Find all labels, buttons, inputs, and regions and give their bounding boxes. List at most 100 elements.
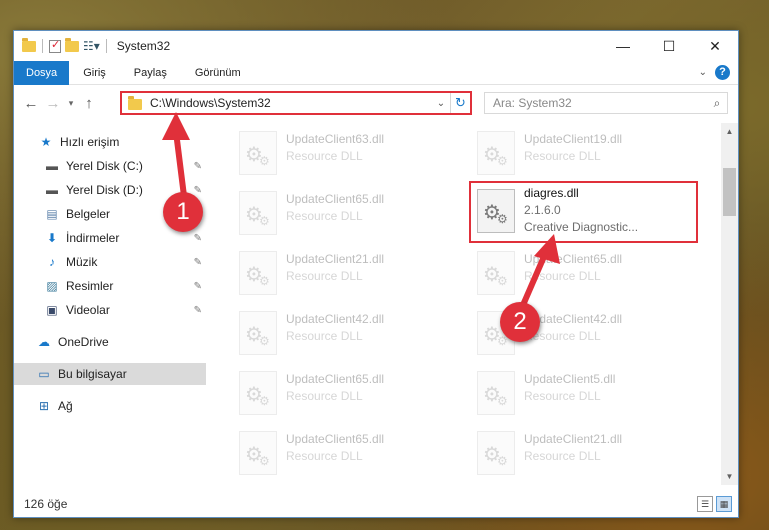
file-type: Resource DLL: [286, 269, 363, 283]
list-item[interactable]: ⚙ ⚙ UpdateClient42.dll Resource DLL: [239, 309, 464, 361]
scroll-down-icon[interactable]: ▼: [721, 468, 738, 485]
callout-badge-2: 2: [500, 302, 540, 342]
sidebar-item-this-pc[interactable]: ▭ Bu bilgisayar: [14, 363, 206, 385]
file-name: diagres.dll: [524, 186, 579, 200]
address-bar[interactable]: C:\Windows\System32 ⌄ ↻: [120, 91, 472, 115]
recent-locations-chevron-icon[interactable]: ▾: [64, 98, 78, 109]
file-name: UpdateClient65.dll: [524, 252, 623, 266]
pin-icon[interactable]: ✎: [194, 161, 202, 172]
tab-share[interactable]: Paylaş: [120, 61, 181, 85]
list-item[interactable]: ⚙ ⚙ UpdateClient65.dll Resource DLL: [239, 189, 464, 241]
list-item[interactable]: ⚙ ⚙ UpdateClient19.dll Resource DLL: [477, 129, 702, 181]
tiles-view-icon[interactable]: ▦: [716, 496, 732, 512]
up-arrow-icon[interactable]: ↑: [78, 95, 100, 112]
file-name: UpdateClient65.dll: [286, 432, 385, 446]
videos-icon: ▣: [46, 303, 58, 317]
list-item[interactable]: ⚙ ⚙ UpdateClient65.dll Resource DLL: [477, 249, 702, 301]
tab-home[interactable]: Giriş: [69, 61, 120, 85]
sidebar-item-label: Ağ: [58, 399, 73, 413]
list-item[interactable]: ⚙ ⚙ UpdateClient63.dll Resource DLL: [239, 129, 464, 181]
window-title: System32: [116, 39, 171, 53]
file-type: Resource DLL: [286, 149, 363, 163]
cloud-icon: ☁: [38, 335, 50, 349]
dll-file-icon: ⚙ ⚙: [239, 431, 277, 475]
file-type: Resource DLL: [524, 449, 601, 463]
close-button[interactable]: ✕: [692, 31, 738, 61]
quick-access-toolbar: ☷▾: [22, 37, 109, 53]
properties-check-icon[interactable]: [49, 38, 61, 53]
pictures-icon: ▨: [46, 279, 58, 293]
minimize-button[interactable]: —: [600, 31, 646, 61]
sidebar-item-label: OneDrive: [58, 335, 109, 349]
scroll-up-icon[interactable]: ▲: [721, 123, 738, 140]
file-type: Resource DLL: [286, 209, 363, 223]
file-name: UpdateClient65.dll: [286, 192, 385, 206]
dll-file-icon: ⚙ ⚙: [477, 371, 515, 415]
pin-icon[interactable]: ✎: [194, 185, 202, 196]
ribbon-tabs: Dosya Giriş Paylaş Görünüm: [14, 60, 738, 85]
dll-file-icon: ⚙ ⚙: [239, 131, 277, 175]
search-placeholder: Ara: System32: [493, 96, 572, 110]
pin-icon[interactable]: ✎: [194, 257, 202, 268]
dll-file-icon: ⚙ ⚙: [477, 189, 515, 233]
back-arrow-icon[interactable]: ←: [20, 95, 42, 112]
search-icon[interactable]: ⌕: [707, 96, 727, 111]
sidebar-item-quick-access[interactable]: ★ Hızlı erişim: [14, 131, 206, 153]
pin-icon[interactable]: ✎: [194, 233, 202, 244]
new-folder-icon[interactable]: [65, 37, 79, 52]
view-switcher: ☰ ▦: [697, 496, 732, 512]
tab-file[interactable]: Dosya: [14, 60, 70, 85]
maximize-button[interactable]: ☐: [646, 31, 692, 61]
sidebar-item-label: Belgeler: [66, 207, 111, 221]
file-type: Resource DLL: [286, 389, 363, 403]
dll-file-icon: ⚙ ⚙: [477, 251, 515, 295]
address-path[interactable]: C:\Windows\System32: [150, 96, 432, 110]
network-icon: ⊞: [38, 399, 50, 413]
star-icon: ★: [40, 135, 52, 149]
diagres-dll-file[interactable]: ⚙ ⚙ diagres.dll 2.1.6.0 Creative Diagnost…: [469, 181, 698, 243]
expand-ribbon-icon[interactable]: ⌄: [699, 67, 707, 78]
pin-icon[interactable]: ✎: [194, 281, 202, 292]
file-type: Resource DLL: [524, 329, 601, 343]
list-item[interactable]: ⚙ ⚙ UpdateClient65.dll Resource DLL: [239, 429, 464, 481]
tab-view[interactable]: Görünüm: [181, 61, 255, 85]
scroll-thumb[interactable]: [723, 168, 736, 216]
customize-toolbar-icon[interactable]: ☷▾: [83, 39, 100, 53]
sidebar-item-videos[interactable]: ▣ Videolar ✎: [14, 299, 206, 321]
list-item[interactable]: ⚙ ⚙ UpdateClient5.dll Resource DLL: [477, 369, 702, 421]
sidebar-item-label: Videolar: [66, 303, 110, 317]
dll-file-icon: ⚙ ⚙: [239, 191, 277, 235]
list-item[interactable]: ⚙ ⚙ UpdateClient21.dll Resource DLL: [477, 429, 702, 481]
ribbon-right-controls: ⌄ ?: [699, 65, 730, 80]
music-icon: ♪: [49, 255, 55, 269]
item-count: 126 öğe: [24, 497, 68, 511]
file-type: Resource DLL: [286, 449, 363, 463]
pin-icon[interactable]: ✎: [194, 305, 202, 316]
file-type: Resource DLL: [524, 389, 601, 403]
help-icon[interactable]: ?: [715, 65, 730, 80]
list-item[interactable]: ⚙ ⚙ UpdateClient65.dll Resource DLL: [239, 369, 464, 421]
refresh-icon[interactable]: ↻: [450, 93, 470, 113]
sidebar-item-music[interactable]: ♪ Müzik ✎: [14, 251, 206, 273]
divider: [105, 39, 107, 53]
list-item[interactable]: ⚙ ⚙ UpdateClient21.dll Resource DLL: [239, 249, 464, 301]
sidebar-item-onedrive[interactable]: ☁ OneDrive: [14, 331, 206, 353]
navigation-bar: ← → ▾ ↑ C:\Windows\System32 ⌄ ↻ Ara: Sys…: [14, 87, 738, 119]
dll-file-icon: ⚙ ⚙: [239, 311, 277, 355]
details-view-icon[interactable]: ☰: [697, 496, 713, 512]
window-controls: — ☐ ✕: [600, 31, 738, 61]
dll-file-icon: ⚙ ⚙: [477, 431, 515, 475]
callout-badge-1: 1: [163, 192, 203, 232]
sidebar-item-label: Resimler: [66, 279, 114, 293]
vertical-scrollbar[interactable]: ▲ ▼: [721, 123, 738, 485]
file-name: UpdateClient42.dll: [286, 312, 385, 326]
sidebar-item-local-disk-c[interactable]: ▬ Yerel Disk (C:) ✎: [14, 155, 206, 177]
address-dropdown-icon[interactable]: ⌄: [432, 98, 450, 109]
sidebar-item-network[interactable]: ⊞ Ağ: [14, 395, 206, 417]
sidebar-item-label: İndirmeler: [66, 231, 120, 245]
search-input[interactable]: Ara: System32 ⌕: [484, 92, 728, 114]
sidebar-item-pictures[interactable]: ▨ Resimler ✎: [14, 275, 206, 297]
forward-arrow-icon[interactable]: →: [42, 95, 64, 112]
file-version: 2.1.6.0: [524, 203, 561, 217]
file-name: UpdateClient63.dll: [286, 132, 385, 146]
